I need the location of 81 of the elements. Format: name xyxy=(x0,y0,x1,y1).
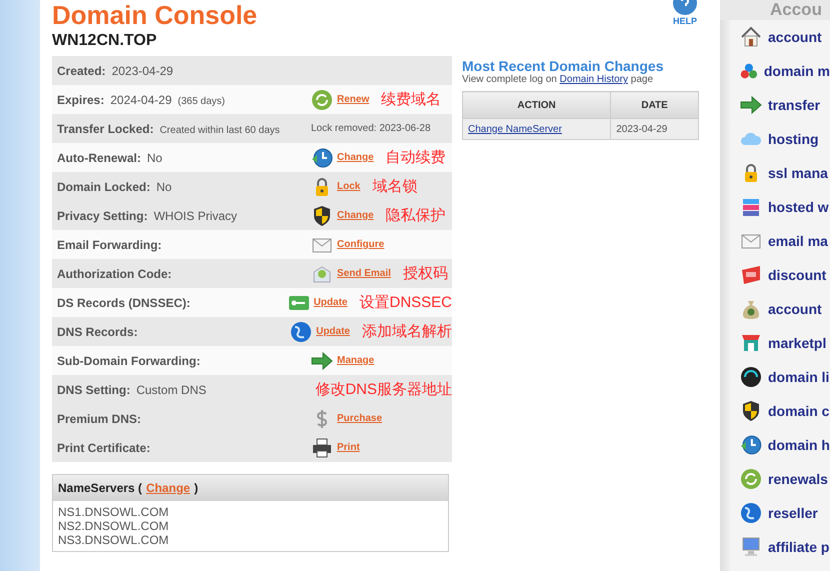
field-label: Authorization Code: xyxy=(57,266,172,280)
annotation: 设置DNSSEC xyxy=(359,293,452,312)
annotation: 续费域名 xyxy=(381,90,442,109)
section-title: Most Recent Domain Changes xyxy=(462,58,664,74)
field-label: Email Forwarding: xyxy=(57,238,162,252)
domain-name: WN12CN.TOP xyxy=(52,32,158,50)
sidebar-item[interactable]: renewals xyxy=(720,462,830,496)
annotation: 隐私保护 xyxy=(386,206,446,225)
field-label: Domain Locked: xyxy=(57,180,150,194)
column-header: ACTION xyxy=(462,92,611,118)
right-arrow-icon xyxy=(311,350,333,372)
sidebar-item[interactable]: domain h xyxy=(720,428,830,462)
monitor-icon xyxy=(740,536,762,558)
globe-icon xyxy=(740,502,762,524)
shield-icon xyxy=(740,400,762,422)
nameserver-entry: NS2.DNSOWL.COM xyxy=(58,519,170,533)
dial-icon xyxy=(740,366,762,388)
sidebar-item[interactable]: transfer xyxy=(720,88,830,122)
sidebar-item[interactable]: ssl mana xyxy=(720,156,830,190)
help-icon xyxy=(672,0,698,16)
field-value: No xyxy=(156,180,172,194)
history-link[interactable]: Domain History xyxy=(560,74,628,85)
annotation: 修改DNS服务器地址 xyxy=(315,380,452,399)
sidebar-item[interactable]: marketpl xyxy=(720,326,830,360)
panel-title-end: ) xyxy=(194,481,198,495)
annotation: 域名锁 xyxy=(372,177,418,196)
sidebar-item[interactable]: hosted w xyxy=(720,190,830,224)
sidebar-title: Accou xyxy=(720,0,830,20)
field-note: Created within last 60 days xyxy=(160,124,280,136)
panel-title: NameServers ( xyxy=(58,481,142,495)
sidebar-item[interactable]: affiliate p xyxy=(720,530,830,564)
field-value: Custom DNS xyxy=(136,382,206,396)
field-label: Transfer Locked: xyxy=(57,122,154,136)
table-cell: 2023-04-29 xyxy=(610,118,698,140)
field-label: Premium DNS: xyxy=(57,412,142,426)
field-value: 2023-04-29 xyxy=(112,64,174,78)
sidebar-item[interactable]: domain c xyxy=(720,394,830,428)
field-label: DNS Setting: xyxy=(57,382,130,396)
clock-icon xyxy=(740,434,762,456)
house-icon xyxy=(740,26,762,48)
field-value: WHOIS Privacy xyxy=(154,208,238,222)
sidebar-item[interactable]: hosting xyxy=(720,122,830,156)
field-label: Privacy Setting: xyxy=(57,208,148,222)
field-label: Print Certificate: xyxy=(57,440,150,454)
tag-icon xyxy=(740,264,762,286)
sidebar-item[interactable]: account xyxy=(720,20,830,54)
annotation: 授权码 xyxy=(402,264,448,283)
field-value: 2024-04-29 xyxy=(110,92,172,106)
sidebar-item[interactable]: email ma xyxy=(720,224,830,258)
storefront-icon xyxy=(740,332,762,354)
nameserver-entry: NS1.DNSOWL.COM xyxy=(58,505,170,519)
refresh-icon xyxy=(311,88,333,110)
field-label: Created: xyxy=(57,64,106,78)
field-label: Sub-Domain Forwarding: xyxy=(57,354,200,368)
sidebar-item[interactable]: domain m xyxy=(720,54,830,88)
shield-icon xyxy=(311,204,333,226)
annotation: 添加域名解析 xyxy=(362,322,452,341)
field-label: DS Records (DNSSEC): xyxy=(57,296,190,310)
sidebar-item[interactable]: discount xyxy=(720,258,830,292)
printer-icon xyxy=(311,436,333,458)
money-bag-icon xyxy=(740,298,762,320)
field-value: No xyxy=(147,150,162,164)
column-header: DATE xyxy=(610,92,698,118)
refresh-icon xyxy=(740,468,762,490)
help-button[interactable]: HELP xyxy=(672,0,698,26)
nameserver-entry: NS3.DNSOWL.COM xyxy=(58,533,170,547)
right-arrow-icon xyxy=(740,94,762,116)
field-label: DNS Records: xyxy=(57,324,138,338)
sidebar-item[interactable]: domain li xyxy=(720,360,830,394)
field-label: Expires: xyxy=(57,92,104,106)
field-note: (365 days) xyxy=(178,96,225,106)
lock-status: Lock removed: 2023-06-28 xyxy=(311,123,431,134)
page-title: Domain Console xyxy=(52,0,258,30)
field-label: Auto-Renewal: xyxy=(57,150,141,164)
log-text: View complete log on Domain History page xyxy=(462,74,654,85)
stacked-blocks-icon xyxy=(740,196,762,218)
clock-icon xyxy=(311,146,333,168)
annotation: 自动续费 xyxy=(386,148,446,167)
globe-icon xyxy=(290,320,312,342)
sidebar-item[interactable]: account xyxy=(720,292,830,326)
sidebar-item[interactable]: reseller xyxy=(720,496,830,530)
